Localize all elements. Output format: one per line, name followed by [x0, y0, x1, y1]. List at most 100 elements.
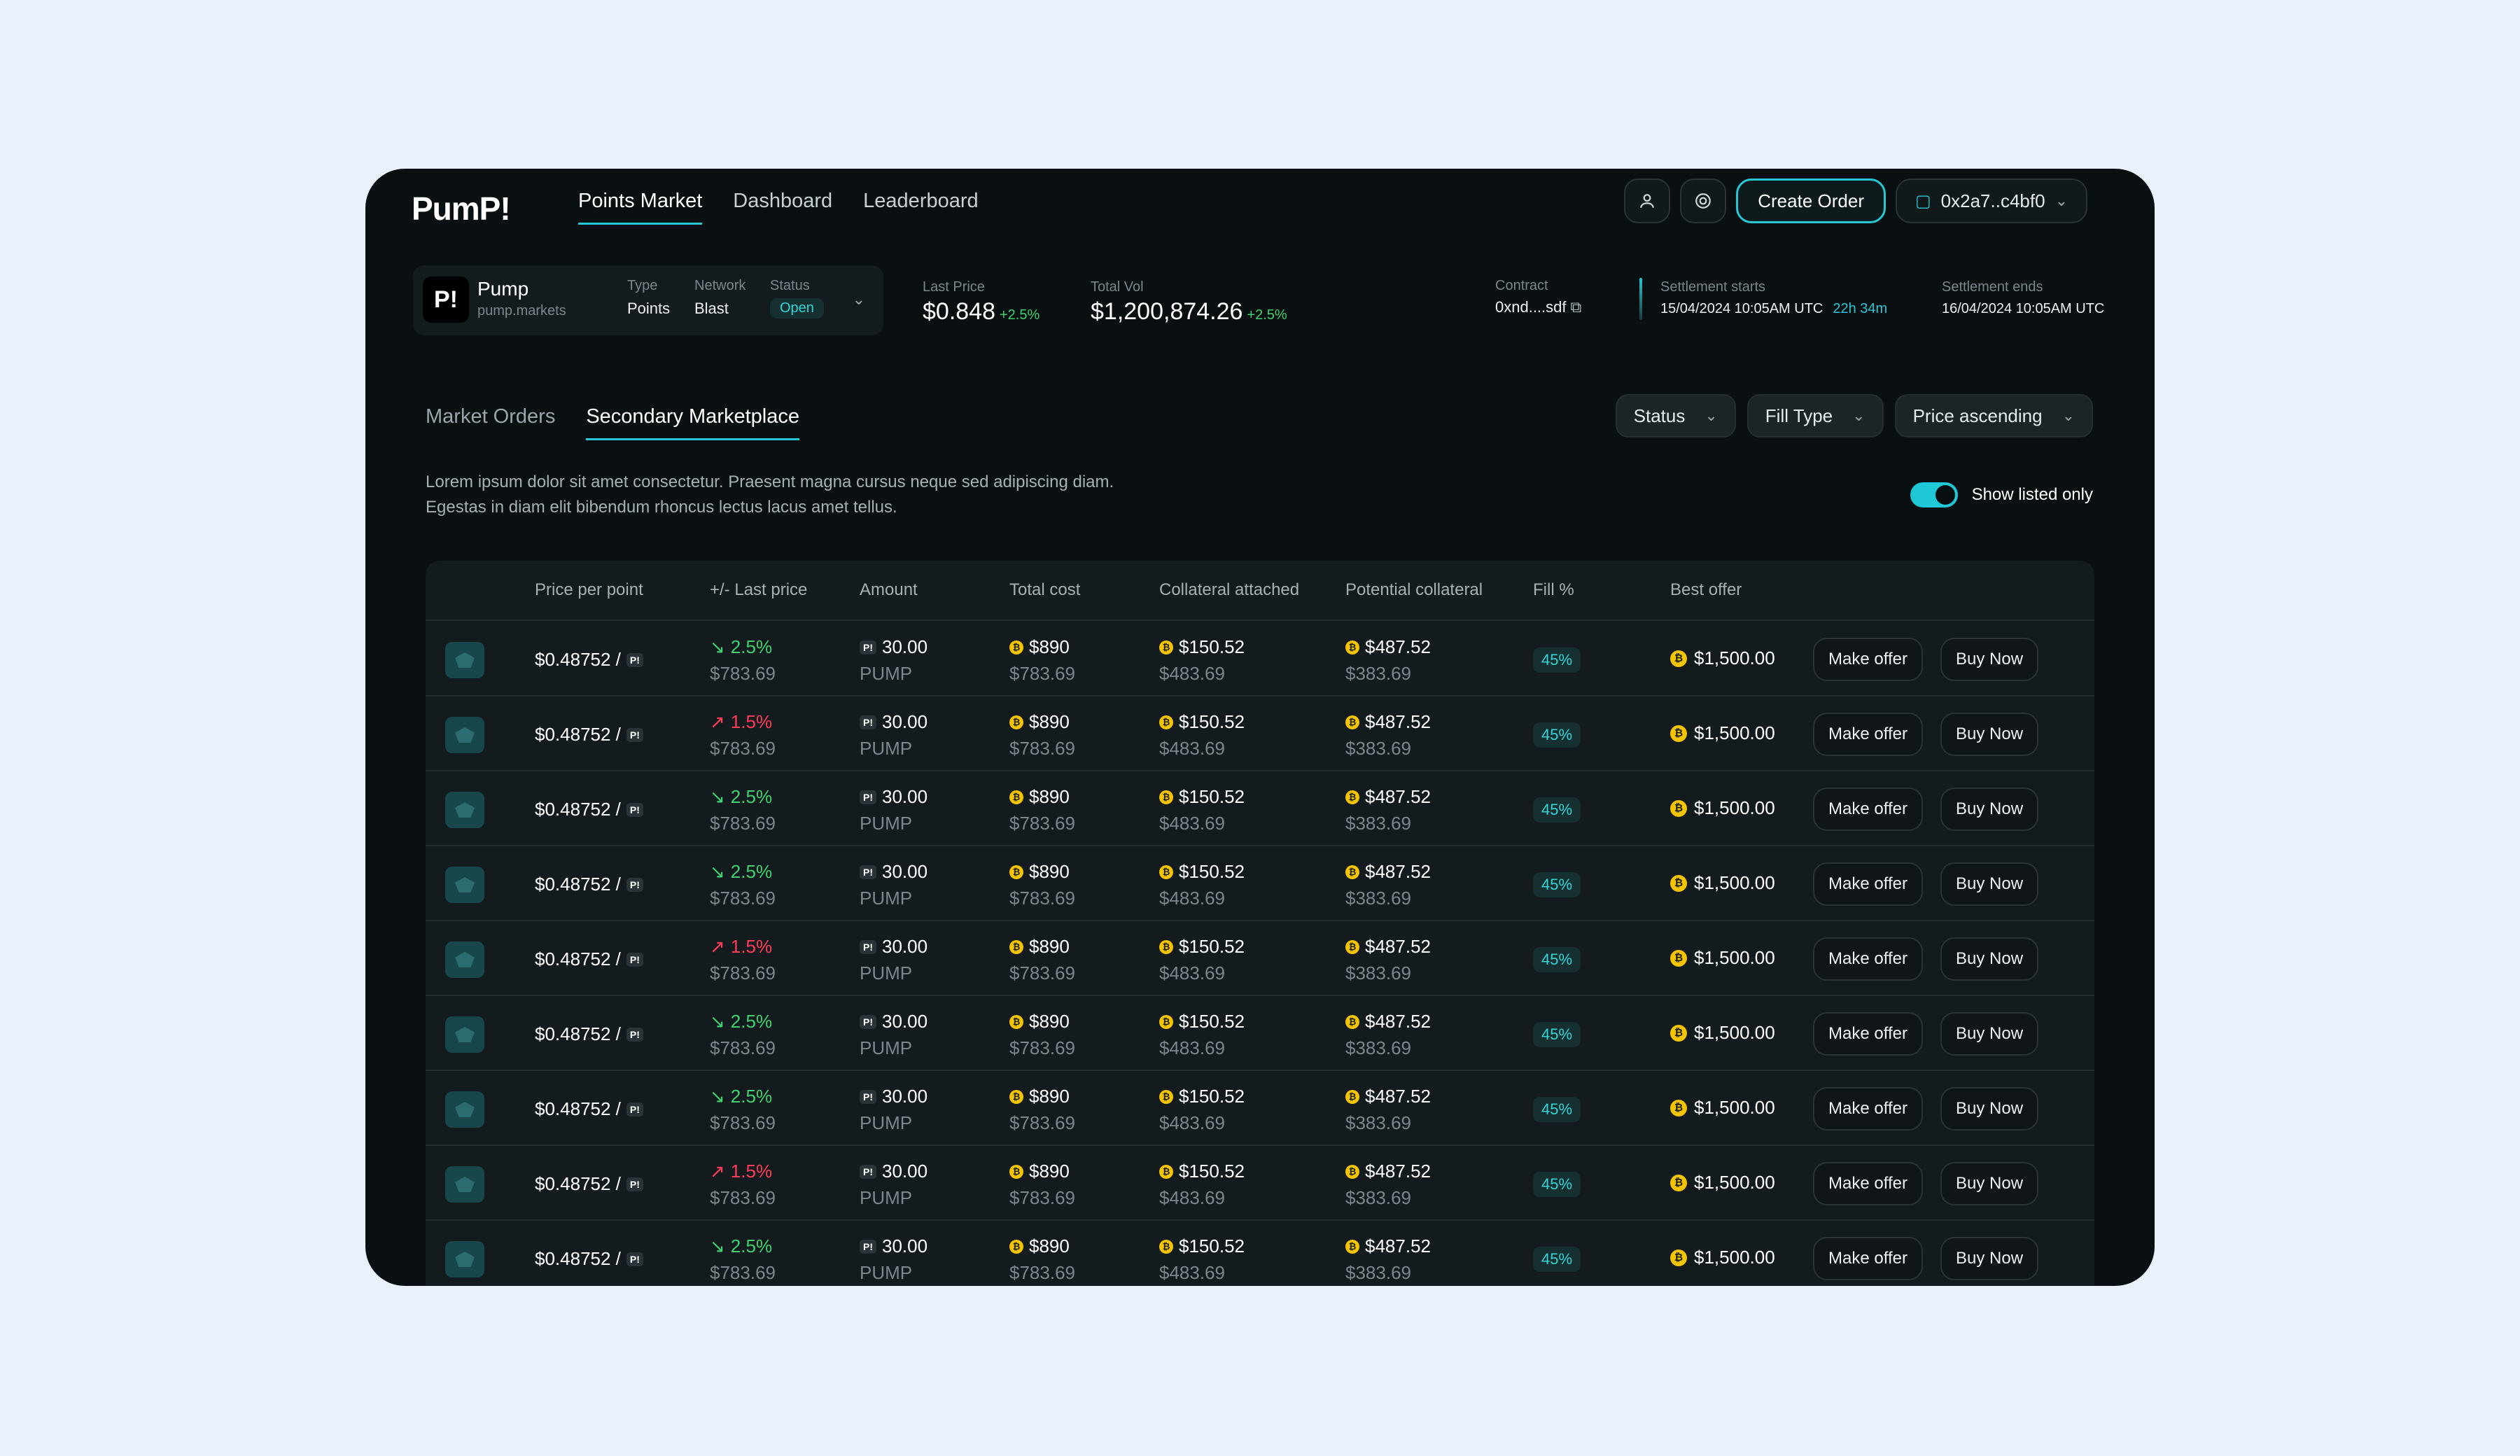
total-cost-cell: ₿ $890 [1009, 1086, 1070, 1107]
nav-points-market[interactable]: Points Market [578, 190, 703, 225]
collateral-value: $150.52 [1179, 936, 1245, 957]
make-offer-button[interactable]: Make offer [1813, 638, 1923, 681]
col-best-offer[interactable]: Best offer [1670, 580, 1742, 600]
table-row[interactable]: $0.48752 /P! ↘ 2.5% $783.69 P! 30.00 PUMP … [426, 1222, 2094, 1286]
amount-value: 30.00 [882, 636, 928, 657]
settlement-countdown: 22h 34m [1833, 301, 1888, 316]
collateral-value: $150.52 [1179, 636, 1245, 657]
last-price-stat: Last Price $0.848 +2.5% [923, 279, 1040, 326]
buy-now-button[interactable]: Buy Now [1940, 1087, 2039, 1130]
table-row[interactable]: $0.48752 /P! ↘ 2.5% $783.69 P! 30.00 PUMP … [426, 772, 2094, 846]
col-potential-collateral[interactable]: Potential collateral [1345, 580, 1483, 600]
potential-collateral-usd: $383.69 [1345, 663, 1411, 684]
amount-unit: PUMP [860, 1262, 913, 1283]
buy-now-button[interactable]: Buy Now [1940, 937, 2039, 981]
last-price-delta: +2.5% [1000, 307, 1040, 323]
nav-leaderboard[interactable]: Leaderboard [863, 190, 978, 225]
table-row[interactable]: $0.48752 /P! ↘ 2.5% $783.69 P! 30.00 PUMP … [426, 997, 2094, 1071]
total-vol-label: Total Vol [1091, 279, 1144, 295]
token-thumbnail [445, 1241, 484, 1278]
buy-now-button[interactable]: Buy Now [1940, 713, 2039, 756]
change-value: 2.5% [730, 1086, 773, 1107]
total-cost-value: $890 [1029, 1236, 1070, 1256]
amount-unit: PUMP [860, 738, 913, 759]
buy-now-button[interactable]: Buy Now [1940, 788, 2039, 831]
profile-button[interactable] [1624, 178, 1671, 223]
project-selector[interactable]: P! Pump pump.markets Type Points Network… [413, 265, 883, 335]
blast-coin-icon: ₿ [1670, 1174, 1687, 1191]
tab-market-orders[interactable]: Market Orders [426, 405, 555, 440]
table-row[interactable]: $0.48752 /P! ↗ 1.5% $783.69 P! 30.00 PUMP … [426, 922, 2094, 996]
project-status: Status Open [770, 278, 824, 318]
blast-coin-icon: ₿ [1009, 939, 1023, 954]
make-offer-button[interactable]: Make offer [1813, 862, 1923, 906]
make-offer-button[interactable]: Make offer [1813, 1237, 1923, 1280]
tab-secondary-marketplace[interactable]: Secondary Marketplace [586, 405, 799, 440]
potential-collateral-value: $487.52 [1365, 936, 1431, 957]
copy-icon[interactable]: ⧉ [1571, 298, 1582, 316]
project-logo: P! [423, 276, 469, 323]
buy-now-button[interactable]: Buy Now [1940, 1012, 2039, 1056]
buy-now-button[interactable]: Buy Now [1940, 1162, 2039, 1205]
points-token-icon: P! [626, 652, 643, 667]
buy-now-button[interactable]: Buy Now [1940, 1237, 2039, 1280]
best-offer-value: $1,500.00 [1694, 722, 1775, 743]
price-value: $0.48752 / [535, 1098, 621, 1119]
col-fill[interactable]: Fill % [1533, 580, 1574, 600]
points-token-icon: P! [860, 864, 876, 879]
brand-logo[interactable]: PumP! [412, 190, 511, 227]
collateral-cell: ₿ $150.52 [1159, 1236, 1245, 1257]
table-row[interactable]: $0.48752 /P! ↘ 2.5% $783.69 P! 30.00 PUMP … [426, 847, 2094, 921]
points-token-icon: P! [860, 939, 876, 954]
price-value: $0.48752 / [535, 1023, 621, 1044]
col-total-cost[interactable]: Total cost [1009, 580, 1080, 600]
price-value: $0.48752 / [535, 724, 621, 745]
potential-collateral-cell: ₿ $487.52 [1345, 1011, 1431, 1032]
buy-now-button[interactable]: Buy Now [1940, 638, 2039, 681]
make-offer-button[interactable]: Make offer [1813, 1162, 1923, 1205]
collateral-value: $150.52 [1179, 1236, 1245, 1256]
col-collateral-attached[interactable]: Collateral attached [1159, 580, 1299, 600]
network-value: Blast [694, 300, 729, 317]
make-offer-button[interactable]: Make offer [1813, 1087, 1923, 1130]
col-last-price[interactable]: +/- Last price [710, 580, 807, 600]
fill-type-filter[interactable]: Fill Type ⌄ [1746, 394, 1884, 438]
table-row[interactable]: $0.48752 /P! ↗ 1.5% $783.69 P! 30.00 PUMP … [426, 697, 2094, 771]
gem-icon [455, 652, 475, 668]
make-offer-button[interactable]: Make offer [1813, 937, 1923, 981]
sort-filter[interactable]: Price ascending ⌄ [1894, 394, 2093, 438]
last-price-value: $783.69 [710, 1262, 776, 1283]
blast-coin-icon: ₿ [1670, 1249, 1687, 1266]
make-offer-button[interactable]: Make offer [1813, 713, 1923, 756]
wallet-dropdown[interactable]: ▢ 0x2a7..c4bf0 ⌄ [1895, 178, 2087, 223]
col-amount[interactable]: Amount [860, 580, 918, 600]
price-cell: $0.48752 / P! [535, 799, 643, 820]
last-price-value: $783.69 [710, 962, 776, 983]
table-row[interactable]: $0.48752 /P! ↘ 2.5% $783.69 P! 30.00 PUMP … [426, 622, 2094, 696]
price-value: $0.48752 / [535, 649, 621, 670]
change-cell: ↘ 2.5% [710, 636, 772, 658]
make-offer-button[interactable]: Make offer [1813, 1012, 1923, 1056]
potential-collateral-usd: $383.69 [1345, 1187, 1411, 1208]
nav-dashboard[interactable]: Dashboard [733, 190, 832, 225]
change-value: 2.5% [730, 636, 773, 657]
col-price-per-point[interactable]: Price per point [535, 580, 643, 600]
potential-collateral-cell: ₿ $487.52 [1345, 711, 1431, 733]
status-filter-label: Status [1633, 405, 1686, 426]
points-token-icon: P! [626, 1102, 643, 1116]
show-listed-toggle[interactable] [1910, 482, 1958, 507]
best-offer-value: $1,500.00 [1694, 1097, 1775, 1118]
buy-now-button[interactable]: Buy Now [1940, 862, 2039, 906]
create-order-button[interactable]: Create Order [1736, 178, 1886, 223]
status-filter[interactable]: Status ⌄ [1615, 394, 1736, 438]
table-row[interactable]: $0.48752 /P! ↗ 1.5% $783.69 P! 30.00 PUMP … [426, 1147, 2094, 1221]
best-offer-cell: ₿ $1,500.00 [1670, 1022, 1775, 1044]
table-row[interactable]: $0.48752 /P! ↘ 2.5% $783.69 P! 30.00 PUMP … [426, 1072, 2094, 1146]
amount-unit: PUMP [860, 1112, 913, 1133]
settings-button[interactable] [1680, 178, 1727, 223]
gem-icon [455, 727, 475, 743]
collateral-cell: ₿ $150.52 [1159, 936, 1245, 958]
collateral-usd: $483.69 [1159, 1112, 1225, 1133]
best-offer-cell: ₿ $1,500.00 [1670, 1172, 1775, 1194]
make-offer-button[interactable]: Make offer [1813, 788, 1923, 831]
